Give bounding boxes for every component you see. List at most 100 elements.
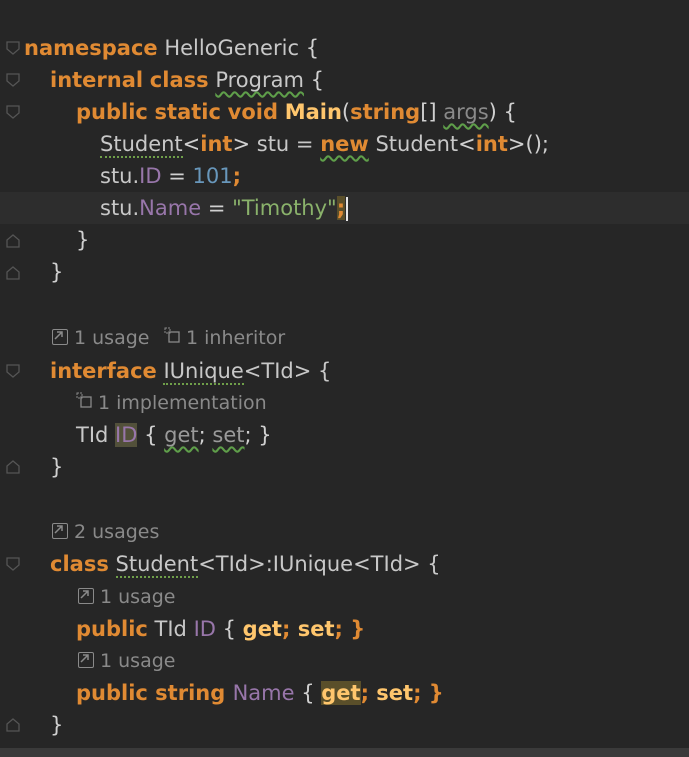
keyword: public xyxy=(76,617,148,641)
semicolon: ; } xyxy=(244,423,272,447)
keyword: public xyxy=(76,100,148,124)
brace: { xyxy=(294,681,322,705)
namespace-name: HelloGeneric xyxy=(164,36,299,60)
property-ref: ID xyxy=(139,164,162,188)
implementation-label: 1 implementation xyxy=(98,392,267,414)
keyword: string xyxy=(350,100,421,124)
keyword: class xyxy=(50,552,109,576)
class-name: Program xyxy=(215,68,304,92)
usage-arrow-icon xyxy=(52,522,68,539)
keyword: string xyxy=(147,681,233,705)
codevision-hint[interactable]: 1 usage xyxy=(78,648,175,674)
code-line[interactable]: interface IUnique<TId> { xyxy=(0,355,689,387)
code-line[interactable]: } xyxy=(0,451,689,483)
inheritors-label: 1 inheritor xyxy=(186,327,286,349)
usage-arrow-icon xyxy=(78,587,94,604)
accessor: get xyxy=(164,423,199,447)
semicolon: ; xyxy=(232,164,241,188)
generic-params: <TId>:IUnique<TId> { xyxy=(198,552,441,576)
operator: = xyxy=(161,164,193,188)
keyword: internal xyxy=(50,68,144,92)
variable: stu. xyxy=(100,164,140,188)
brace: } xyxy=(50,713,64,737)
usages-label: 1 usage xyxy=(100,586,176,608)
string-literal: "Timothy" xyxy=(232,196,337,220)
code-line[interactable]: public string Name { get; set; } xyxy=(0,677,689,709)
usages-label: 1 usage xyxy=(74,327,150,349)
code-line[interactable]: public TId ID { get; set; } xyxy=(0,613,689,645)
type-name: Student xyxy=(368,132,459,156)
brackets: [] xyxy=(420,100,437,124)
inheritor-icon xyxy=(164,324,180,350)
operator: = xyxy=(201,196,233,220)
interface-name: IUnique xyxy=(163,359,244,385)
code-line[interactable]: TId ID { get; set; } xyxy=(0,419,689,451)
code-line[interactable]: namespace HelloGeneric { xyxy=(0,32,689,64)
code-line[interactable]: class Student<TId>:IUnique<TId> { xyxy=(0,548,689,580)
code-line-current[interactable]: stu.Name = "Timothy"; xyxy=(0,192,689,224)
paren-close: ) { xyxy=(488,100,517,124)
accessor: set xyxy=(297,617,335,641)
code-line[interactable]: internal class Program { xyxy=(0,64,689,96)
usage-arrow-icon xyxy=(52,328,68,345)
accessor: set xyxy=(212,423,245,447)
type-name: TId xyxy=(76,423,109,447)
property-name: Name xyxy=(232,681,295,705)
semicolon: ; xyxy=(198,423,213,447)
paren: ( xyxy=(341,100,351,124)
brace: { xyxy=(137,423,165,447)
code-line[interactable]: } xyxy=(0,709,689,741)
keyword: int xyxy=(200,132,233,156)
type-name: Student xyxy=(100,132,183,158)
keyword: static xyxy=(154,100,221,124)
brace: } xyxy=(50,260,64,284)
type-name: TId xyxy=(147,617,194,641)
code-line[interactable]: Student<int> stu = new Student<int>(); xyxy=(0,128,689,160)
variable: stu. xyxy=(100,196,140,220)
keyword: void xyxy=(227,100,278,124)
codevision-hint[interactable]: 1 inheritor xyxy=(164,325,285,351)
code-line[interactable]: } xyxy=(0,224,689,256)
codevision-hint[interactable]: 1 usage xyxy=(78,584,175,610)
call-tail: >(); xyxy=(507,132,549,156)
semicolon: ; xyxy=(336,196,346,220)
generic-params: <TId> { xyxy=(243,359,332,383)
horizontal-scrollbar[interactable] xyxy=(0,748,689,757)
implementation-icon xyxy=(76,389,92,415)
code-editor[interactable]: namespace HelloGeneric { internal class … xyxy=(0,0,689,757)
keyword: public xyxy=(76,681,148,705)
text-caret xyxy=(346,197,349,221)
brace: { xyxy=(305,36,320,60)
property-name: ID xyxy=(193,617,216,641)
semicolon: ; xyxy=(360,681,377,705)
usages-label: 2 usages xyxy=(74,521,160,543)
angle-bracket: > xyxy=(232,132,251,156)
property-ref: Name xyxy=(139,196,202,220)
semicolon: ; xyxy=(281,617,298,641)
angle-bracket: < xyxy=(458,132,476,156)
brace: } xyxy=(50,455,64,479)
keyword: new xyxy=(320,132,369,156)
keyword: class xyxy=(149,68,209,92)
accessor: get xyxy=(242,617,282,641)
code-line[interactable]: public static void Main(string[] args) { xyxy=(0,96,689,128)
brace: } xyxy=(76,228,90,252)
accessor: set xyxy=(376,681,414,705)
codevision-hint[interactable]: 1 usage xyxy=(52,325,149,351)
variable-decl: stu = xyxy=(250,132,321,156)
semicolon: ; } xyxy=(334,617,366,641)
usage-arrow-icon xyxy=(78,651,94,668)
semicolon: ; } xyxy=(413,681,444,705)
property-name: ID xyxy=(115,423,138,447)
codevision-hint[interactable]: 2 usages xyxy=(52,519,159,545)
codevision-hint[interactable]: 1 implementation xyxy=(76,390,267,416)
keyword: namespace xyxy=(24,36,158,60)
angle-bracket: < xyxy=(182,132,201,156)
keyword: int xyxy=(475,132,508,156)
parameter-name: args xyxy=(443,100,489,124)
code-line[interactable]: stu.ID = 101; xyxy=(0,160,689,192)
accessor: get xyxy=(321,681,361,705)
class-name: Student xyxy=(115,552,199,578)
code-line[interactable]: } xyxy=(0,256,689,288)
number-literal: 101 xyxy=(192,164,233,188)
